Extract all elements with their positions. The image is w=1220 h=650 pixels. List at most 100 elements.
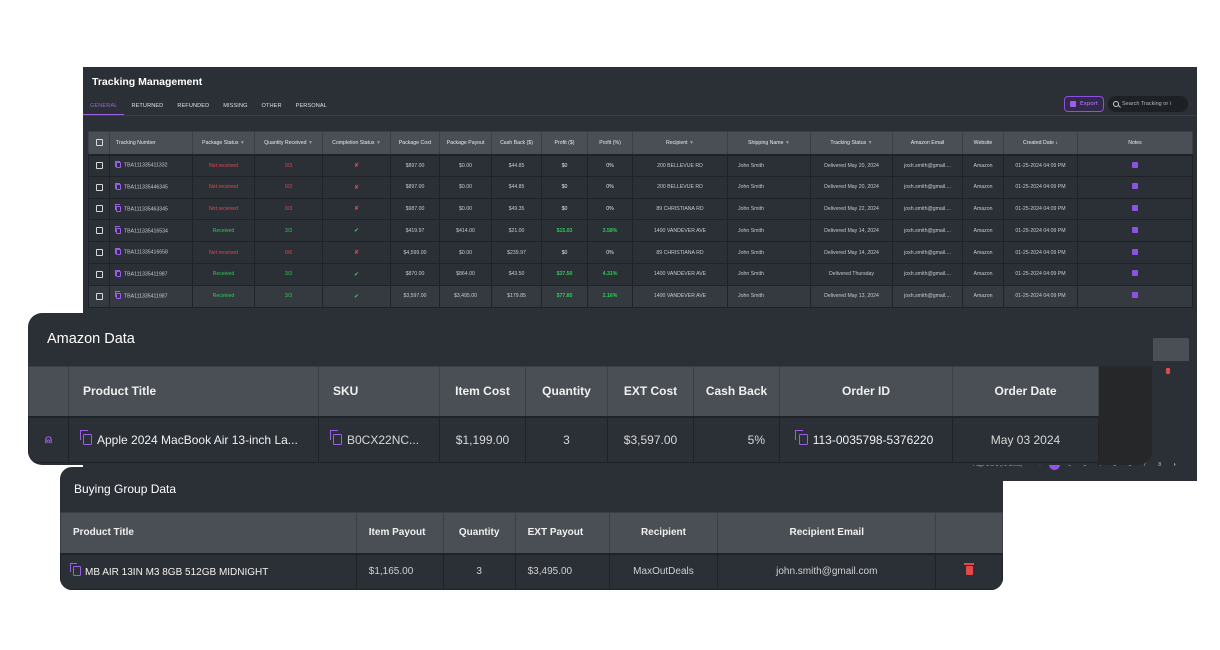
cash-back-cell: $44.85 xyxy=(491,175,542,199)
col-package-status[interactable]: Package Status ▼ xyxy=(192,131,255,156)
next-page-button[interactable]: › xyxy=(1167,462,1182,468)
quantity-cell: 3 xyxy=(525,416,608,463)
search-input[interactable] xyxy=(1122,101,1188,107)
search-icon xyxy=(1113,101,1119,107)
row-checkbox-cell[interactable] xyxy=(88,175,110,199)
row-checkbox[interactable] xyxy=(95,292,103,300)
row-checkbox-cell[interactable] xyxy=(88,262,110,286)
tracking-number-cell: TBA111335416534 xyxy=(109,219,193,243)
col-website[interactable]: Website xyxy=(962,131,1004,156)
edit-note-icon[interactable] xyxy=(1132,204,1138,211)
sort-desc-icon[interactable]: ↓ xyxy=(1055,140,1058,146)
package-status-cell: Received xyxy=(192,219,255,243)
filter-icon[interactable]: ▼ xyxy=(376,140,381,146)
filter-icon[interactable]: ▼ xyxy=(785,140,790,146)
row-checkbox-cell[interactable] xyxy=(88,219,110,243)
tab-other[interactable]: OTHER xyxy=(255,97,289,115)
copy-icon[interactable] xyxy=(114,291,121,299)
col-package-payout[interactable]: Package Payout xyxy=(439,131,492,156)
select-all-checkbox-cell[interactable] xyxy=(88,131,110,156)
table-row[interactable]: TBA111335411987 Received 3/3 ✔ $3,597.00 $3,4… xyxy=(88,284,1193,308)
row-checkbox-cell[interactable] xyxy=(88,197,110,221)
row-checkbox-cell[interactable] xyxy=(88,241,110,264)
x-icon: ✘ xyxy=(353,206,360,213)
filter-icon[interactable]: ▼ xyxy=(240,140,245,146)
table-row[interactable]: TBA111335411987 Received 3/3 ✔ $870.00 $864.0… xyxy=(88,262,1193,286)
col-profit-percent[interactable]: Profit (%) xyxy=(587,131,633,156)
col-profit-dollar[interactable]: Profit ($) xyxy=(541,131,588,156)
search-box[interactable] xyxy=(1108,96,1188,112)
tab-personal[interactable]: PERSONAL xyxy=(289,97,334,115)
link-icon[interactable]: ⍝ xyxy=(45,432,52,447)
table-row[interactable]: TBA111335411332 Not received 0/3 ✘ $897.00 $0… xyxy=(88,154,1193,177)
copy-icon[interactable] xyxy=(70,562,81,576)
col-recipient-email: Recipient Email xyxy=(717,512,937,555)
col-amazon-email[interactable]: Amazon Email xyxy=(892,131,963,156)
edit-note-icon[interactable] xyxy=(1132,292,1138,299)
tab-returned[interactable]: RETURNED xyxy=(124,97,170,115)
table-header-row: Product Title Item Payout Quantity EXT P… xyxy=(60,512,1003,555)
copy-icon[interactable] xyxy=(114,204,121,212)
row-checkbox[interactable] xyxy=(95,249,103,257)
table-row[interactable]: TBA111335416534 Received 3/3 ✔ $419.97 $414.0… xyxy=(88,219,1193,243)
amazon-email-cell: josh.smith@gmail.... xyxy=(892,175,963,199)
table-row[interactable]: TBA111335446345 Not received 0/3 ✘ $897.00 $0… xyxy=(88,175,1193,199)
profit-cell: $0 xyxy=(541,241,588,264)
copy-icon[interactable] xyxy=(114,226,121,234)
edit-note-icon[interactable] xyxy=(1132,270,1138,277)
package-cost-cell: $419.97 xyxy=(390,219,440,243)
table-row[interactable]: TBA111335463345 Not received 0/3 ✘ $987.00 $0… xyxy=(88,197,1193,221)
col-package-cost[interactable]: Package Cost xyxy=(390,131,440,156)
col-tracking-number[interactable]: Tracking Number xyxy=(109,131,193,156)
edit-note-icon[interactable] xyxy=(1132,248,1138,255)
tab-refunded[interactable]: REFUNDED xyxy=(170,97,216,115)
trash-icon[interactable] xyxy=(964,563,975,575)
notes-cell xyxy=(1077,154,1193,177)
col-created-date[interactable]: Created Date ↓ xyxy=(1003,131,1078,156)
row-checkbox-cell[interactable] xyxy=(88,284,110,308)
action-cell[interactable]: ⍝ xyxy=(28,416,69,463)
select-all-checkbox[interactable] xyxy=(95,139,103,147)
page-8[interactable]: 8 xyxy=(1152,462,1167,468)
completion-status-cell: ✘ xyxy=(322,197,391,221)
row-checkbox[interactable] xyxy=(95,227,103,235)
col-recipient[interactable]: Recipient ▼ xyxy=(632,131,728,156)
filter-icon[interactable]: ▼ xyxy=(308,140,313,146)
row-checkbox[interactable] xyxy=(95,183,103,191)
delete-icon[interactable] xyxy=(1166,368,1170,374)
profit-cell: $0 xyxy=(541,154,588,177)
copy-icon[interactable] xyxy=(114,182,121,190)
quantity-received-cell: 0/3 xyxy=(254,197,323,221)
copy-icon[interactable] xyxy=(114,160,121,169)
table-header-row: Tracking Number Package Status ▼ Quantit… xyxy=(88,131,1193,156)
col-order-id: Order ID xyxy=(779,366,953,418)
copy-icon[interactable] xyxy=(114,269,121,278)
col-cash-back[interactable]: Cash Back ($) xyxy=(491,131,542,156)
row-checkbox[interactable] xyxy=(95,205,103,213)
edit-note-icon[interactable] xyxy=(1132,226,1138,233)
export-button[interactable]: Export xyxy=(1064,96,1104,112)
tab-general[interactable]: GENERAL xyxy=(83,97,125,115)
quantity-received-cell: 0/3 xyxy=(254,175,323,199)
package-cost-cell: $4,599.00 xyxy=(390,241,440,264)
table-row: MB AIR 13IN M3 8GB 512GB MIDNIGHT $1,165… xyxy=(60,553,1003,590)
copy-icon[interactable] xyxy=(329,430,342,445)
table-row[interactable]: TBA111335416658 Not received 0/6 ✘ $4,599.00… xyxy=(88,241,1193,264)
col-shipping-name[interactable]: Shipping Name ▼ xyxy=(727,131,811,156)
copy-icon[interactable] xyxy=(795,430,808,445)
col-completion-status[interactable]: Completion Status ▼ xyxy=(322,131,391,156)
filter-icon[interactable]: ▼ xyxy=(689,140,694,146)
filter-icon[interactable]: ▼ xyxy=(868,140,873,146)
col-quantity-received[interactable]: Quantity Received ▼ xyxy=(254,131,323,156)
copy-icon[interactable] xyxy=(114,247,121,256)
col-notes[interactable]: Notes xyxy=(1077,131,1193,156)
tab-missing[interactable]: MISSING xyxy=(216,97,254,115)
col-tracking-status[interactable]: Tracking Status ▼ xyxy=(810,131,893,156)
copy-icon[interactable] xyxy=(79,430,92,445)
cash-back-cell: $44.85 xyxy=(491,154,542,177)
row-checkbox[interactable] xyxy=(95,162,103,170)
row-checkbox-cell[interactable] xyxy=(88,154,110,177)
edit-note-icon[interactable] xyxy=(1132,161,1138,168)
row-checkbox[interactable] xyxy=(95,270,103,278)
edit-note-icon[interactable] xyxy=(1132,183,1138,190)
